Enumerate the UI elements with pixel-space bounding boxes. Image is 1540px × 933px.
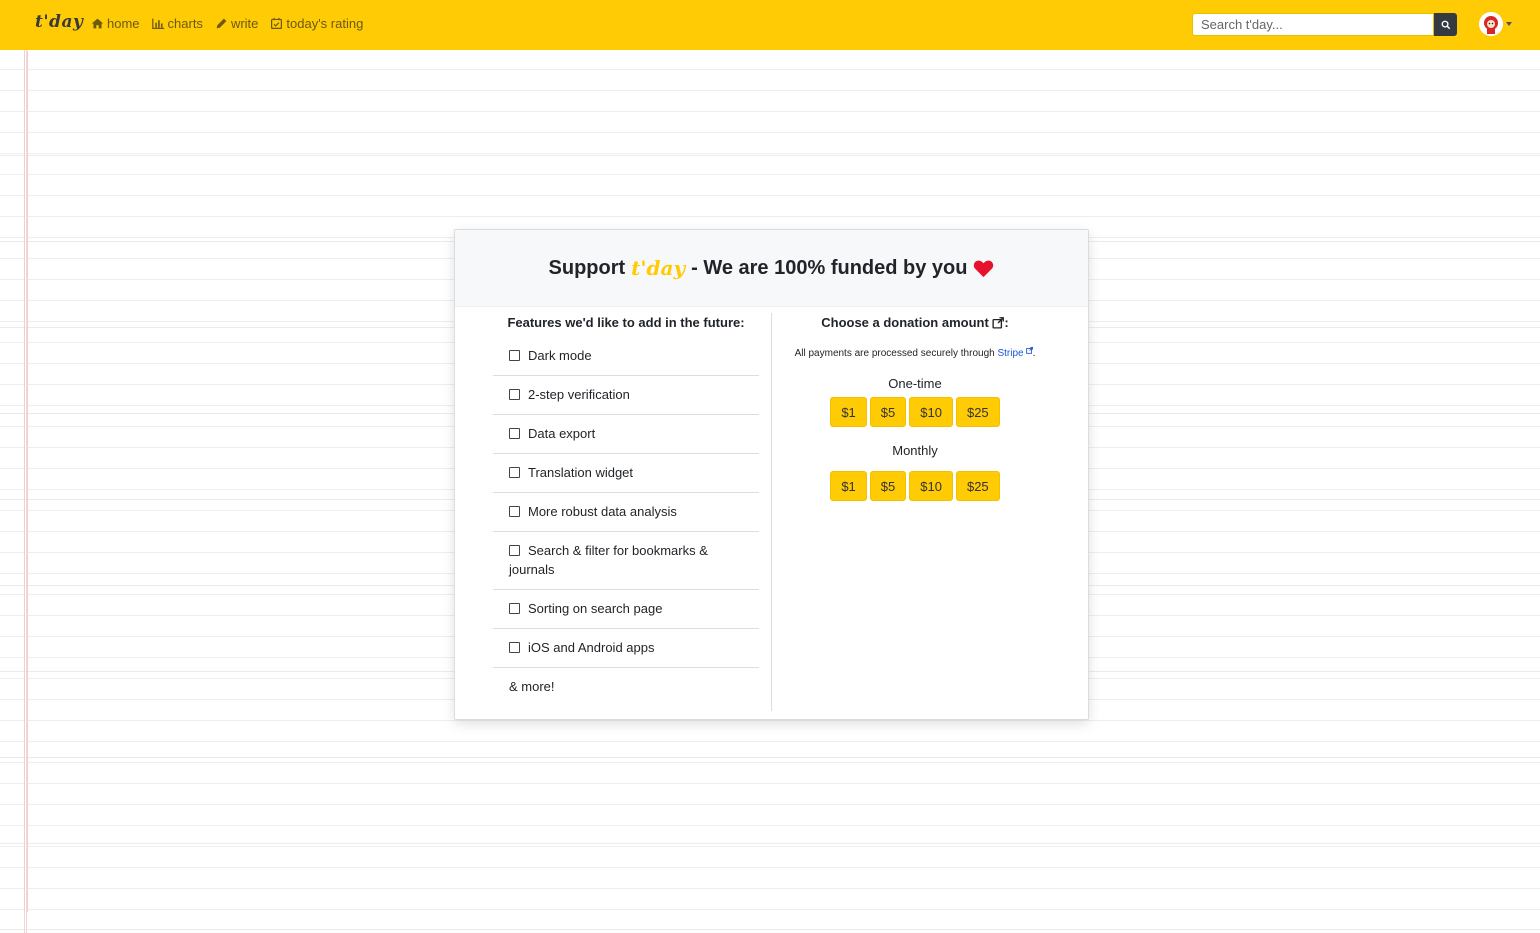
user-menu[interactable]	[1479, 12, 1512, 36]
payment-note: All payments are processed securely thro…	[777, 347, 1053, 359]
search-icon	[1441, 20, 1450, 29]
feature-item: iOS and Android apps	[493, 629, 759, 668]
search-input[interactable]	[1192, 13, 1434, 36]
margin-line	[27, 51, 28, 912]
nav-link-charts[interactable]: charts	[151, 16, 203, 31]
checkbox-icon	[509, 428, 520, 439]
feature-item: Data export	[493, 415, 759, 454]
avatar-image	[1479, 12, 1503, 36]
payment-note-text: All payments are processed securely thro…	[794, 348, 995, 359]
checkbox-icon	[509, 467, 520, 478]
checkbox-icon	[509, 642, 520, 653]
feature-item: Dark mode	[493, 337, 759, 376]
calendar-check-icon	[271, 17, 283, 29]
nav-link-label: today's rating	[286, 16, 364, 31]
bar-chart-icon	[151, 18, 164, 29]
nav-link-label: home	[107, 16, 140, 31]
one-time-label: One-time	[888, 376, 942, 391]
nav-link-label: write	[230, 16, 259, 31]
title-brand: t'day	[631, 256, 686, 280]
feature-item: Search & filter for bookmarks & journals	[493, 532, 759, 590]
donate-one-time-button[interactable]: $10	[909, 397, 953, 427]
home-icon	[91, 18, 104, 29]
search-button[interactable]	[1434, 13, 1457, 36]
feature-label: Data export	[528, 426, 596, 441]
donation-title: Choose a donation amount :	[777, 313, 1053, 337]
support-title: Support t'day - We are 100% funded by yo…	[455, 230, 1088, 307]
feature-item: 2-step verification	[493, 376, 759, 415]
support-card: Support t'day - We are 100% funded by yo…	[454, 229, 1089, 720]
checkbox-icon	[509, 389, 520, 400]
feature-label: Sorting on search page	[528, 601, 663, 616]
donate-one-time-button[interactable]: $1	[830, 397, 867, 427]
feature-label: 2-step verification	[528, 387, 630, 402]
feature-item: Sorting on search page	[493, 590, 759, 629]
pencil-icon	[216, 18, 227, 29]
margin-line	[24, 51, 25, 912]
feature-label: Translation widget	[528, 465, 634, 480]
more-features: & more!	[509, 679, 555, 694]
feature-label: Search & filter for bookmarks & journals	[509, 543, 708, 577]
column-divider	[771, 313, 772, 711]
chevron-down-icon	[1506, 22, 1512, 26]
donation-title-colon: :	[1004, 315, 1009, 330]
checkbox-icon	[509, 545, 520, 556]
stripe-link-label: Stripe	[997, 348, 1024, 359]
stripe-link[interactable]: Stripe	[997, 347, 1033, 359]
search-form	[1192, 13, 1457, 36]
nav-link-write[interactable]: write	[215, 16, 258, 31]
feature-label: Dark mode	[528, 348, 592, 363]
monthly-buttons: $1 $5 $10 $25	[777, 471, 1053, 501]
monthly-label: Monthly	[892, 443, 938, 458]
title-suffix: - We are 100% funded by you	[691, 256, 968, 279]
feature-label: More robust data analysis	[528, 504, 677, 519]
donate-one-time-button[interactable]: $25	[955, 397, 1000, 427]
payment-note-period: .	[1032, 348, 1036, 359]
features-column: Features we'd like to add in the future:…	[493, 313, 759, 706]
donation-column: Choose a donation amount : All payments …	[777, 313, 1053, 501]
brand-logo[interactable]: t'day	[35, 12, 83, 32]
nav-link-home[interactable]: home	[91, 16, 140, 31]
donate-monthly-button[interactable]: $5	[869, 471, 907, 501]
title-prefix: Support	[548, 256, 626, 279]
checkbox-icon	[509, 603, 520, 614]
feature-item: More robust data analysis	[493, 493, 759, 532]
donate-one-time-button[interactable]: $5	[869, 397, 907, 427]
donation-title-text: Choose a donation amount	[821, 315, 989, 330]
nav-link-todays-rating[interactable]: today's rating	[270, 16, 363, 31]
feature-item: Translation widget	[493, 454, 759, 493]
donate-monthly-button[interactable]: $1	[830, 471, 867, 501]
external-link-icon	[1025, 347, 1033, 354]
nav-links: home charts write today's rating	[91, 16, 363, 31]
heart-icon	[973, 259, 994, 278]
checkbox-icon	[509, 350, 520, 361]
external-link-icon	[992, 317, 1005, 332]
feature-label: iOS and Android apps	[528, 640, 655, 655]
features-title: Features we'd like to add in the future:	[507, 315, 745, 330]
one-time-buttons: $1 $5 $10 $25	[777, 397, 1053, 427]
top-navbar: t'day home charts write today's rating	[0, 0, 1540, 50]
avatar[interactable]	[1479, 12, 1503, 36]
nav-link-label: charts	[167, 16, 203, 31]
donate-monthly-button[interactable]: $25	[955, 471, 1000, 501]
donate-monthly-button[interactable]: $10	[909, 471, 953, 501]
checkbox-icon	[509, 506, 520, 517]
